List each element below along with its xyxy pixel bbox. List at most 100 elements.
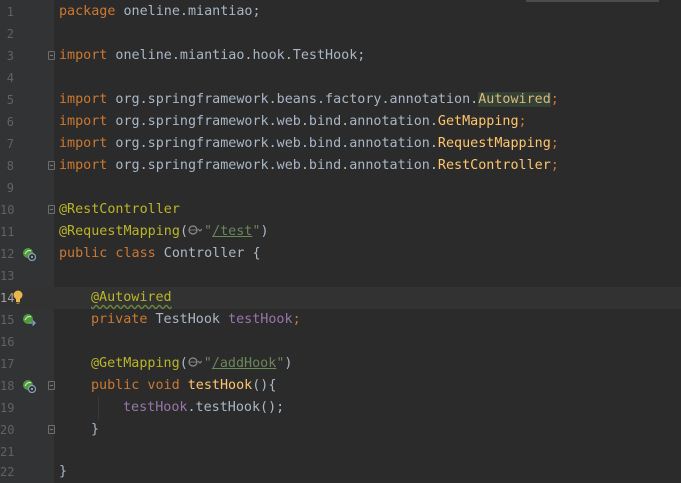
type-name: TestHook [147,312,229,327]
method-params: (){ [252,378,277,393]
line-number: 15 [0,313,15,327]
globe-url-icon[interactable] [188,224,202,236]
code-line-8[interactable]: 8 import org.springframework.web.bind.an… [0,155,681,177]
import-class: Autowired [478,92,551,107]
line-number: 18 [0,379,15,393]
code-text: package oneline.miantiao; [59,1,261,23]
method-name: testHook [179,378,253,393]
code-line-6[interactable]: 6 import org.springframework.web.bind.an… [0,111,681,133]
code-text: import org.springframework.web.bind.anno… [59,133,559,155]
code-text: public void testHook(){ [91,375,276,397]
import-path: org.springframework.web.bind.annotation. [107,114,438,129]
semicolon: ; [518,114,527,129]
semicolon: ; [550,158,559,173]
code-text: import org.springframework.web.bind.anno… [59,111,527,133]
code-line-5[interactable]: 5 import org.springframework.beans.facto… [0,89,681,111]
code-line-21[interactable]: 21 [0,441,681,463]
line-number: 5 [6,93,14,107]
paren: ) [284,356,293,371]
line-number: 4 [6,71,14,85]
spring-endpoint-icon[interactable] [22,379,36,393]
line-number: 2 [6,27,14,41]
paren: ( [179,224,188,239]
fold-toggle-icon[interactable] [48,51,55,60]
line-number: 12 [0,247,15,261]
code-text: import org.springframework.beans.factory… [59,89,559,111]
code-line-18[interactable]: 18 public void testHook(){ [0,375,681,397]
package-name: oneline.miantiao; [115,4,261,19]
code-line-14-current[interactable]: 14 @Autowired [0,287,681,309]
line-number: 6 [6,115,14,129]
keyword: public class [59,246,156,261]
import-class: RestController [437,158,551,173]
keyword: import [59,158,108,173]
lightbulb-icon[interactable] [12,289,24,305]
annotation: @RequestMapping [59,224,180,239]
globe-url-icon[interactable] [188,356,202,368]
code-text: @GetMapping("/addHook") [91,353,292,375]
field-ref: testHook [123,400,188,415]
code-text: public class Controller { [59,243,261,265]
code-line-20[interactable]: 20 } [0,419,681,441]
import-path: oneline.miantiao.hook.TestHook; [107,48,366,63]
code-line-13[interactable]: 13 [0,265,681,287]
code-line-16[interactable]: 16 [0,331,681,353]
line-number: 8 [6,159,14,173]
line-number: 9 [6,181,14,195]
import-class: GetMapping [437,114,519,129]
import-class: RequestMapping [437,136,551,151]
line-number: 13 [0,269,15,283]
semicolon: ; [550,136,559,151]
code-line-19[interactable]: 19 testHook.testHook(); [0,397,681,419]
keyword: import [59,48,108,63]
code-editor[interactable]: 1 package oneline.miantiao; 2 3 import o… [0,0,681,483]
import-path: org.springframework.beans.factory.annota… [107,92,479,107]
url-path-link[interactable]: /addHook [212,356,277,371]
code-line-7[interactable]: 7 import org.springframework.web.bind.an… [0,133,681,155]
code-text: @Autowired [91,287,172,309]
line-number: 21 [0,445,15,459]
semicolon: ; [550,92,559,107]
brace: } [59,464,68,479]
code-line-22[interactable]: 22 } [0,461,681,483]
string-quote: " [203,356,212,371]
fold-toggle-icon[interactable] [48,425,55,434]
fold-toggle-icon[interactable] [48,381,55,390]
code-line-11[interactable]: 11 @RequestMapping("/test") [0,221,681,243]
code-line-17[interactable]: 17 @GetMapping("/addHook") [0,353,681,375]
code-text: @RequestMapping("/test") [59,221,269,243]
indent-guide [98,397,99,419]
brace: } [91,422,100,437]
code-line-3[interactable]: 3 import oneline.miantiao.hook.TestHook; [0,45,681,67]
code-line-12[interactable]: 12 public class Controller { [0,243,681,265]
paren: ( [179,356,188,371]
class-name: Controller [155,246,253,261]
keyword: import [59,136,108,151]
code-line-9[interactable]: 9 [0,177,681,199]
keyword: import [59,92,108,107]
line-number: 20 [0,423,15,437]
code-text: private TestHook testHook; [91,309,301,331]
keyword: private [91,312,148,327]
code-line-1[interactable]: 1 package oneline.miantiao; [0,1,681,23]
line-number: 3 [6,49,14,63]
keyword: public void [91,378,180,393]
autowired-navigate-icon[interactable] [22,313,36,327]
code-line-2[interactable]: 2 [0,23,681,45]
fold-toggle-icon[interactable] [48,205,55,214]
spring-bean-icon[interactable] [22,247,36,261]
line-number: 22 [0,465,15,479]
keyword: import [59,114,108,129]
line-number: 1 [6,5,14,19]
string-quote: " [204,224,213,239]
line-number: 16 [0,335,15,349]
url-path-link[interactable]: /test [212,224,252,239]
field-name: testHook [228,312,293,327]
fold-toggle-icon[interactable] [48,161,55,170]
code-line-4[interactable]: 4 [0,67,681,89]
code-text: import org.springframework.web.bind.anno… [59,155,559,177]
code-line-10[interactable]: 10 @RestController [0,199,681,221]
paren: ) [260,224,269,239]
keyword: package [59,4,116,19]
code-line-15[interactable]: 15 private TestHook testHook; [0,309,681,331]
